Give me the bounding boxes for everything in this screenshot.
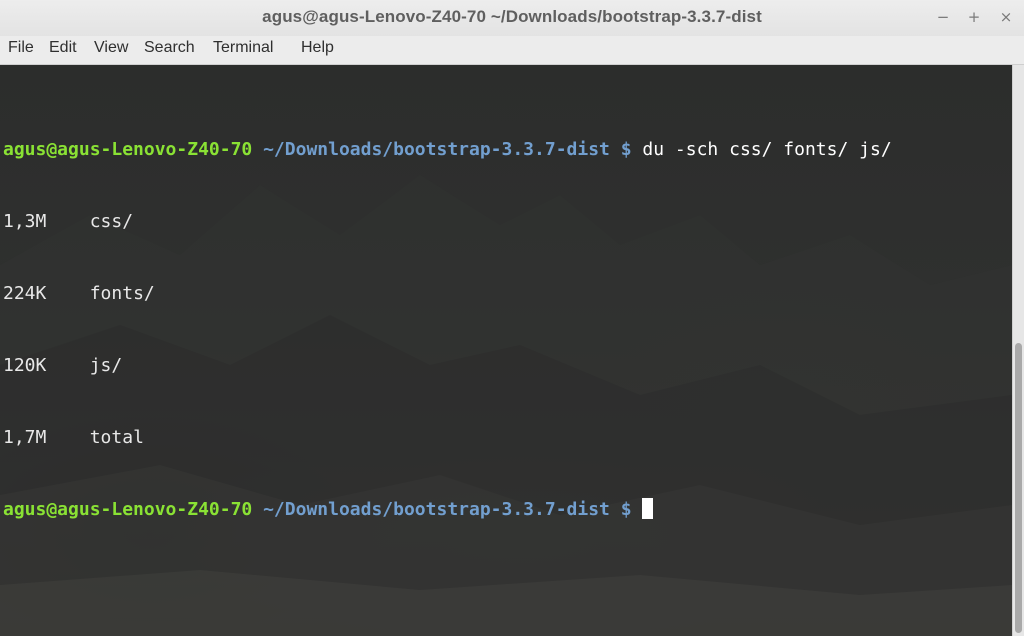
close-button[interactable]: × [995, 6, 1017, 28]
output-name: css/ [89, 211, 134, 232]
terminal-window: agus@agus-Lenovo-Z40-70 ~/Downloads/boot… [0, 0, 1024, 636]
output-size: 224K [3, 283, 47, 304]
output-line: 1,3M css/ [3, 210, 892, 234]
text-cursor [642, 498, 654, 519]
output-line: 224K fonts/ [3, 282, 892, 306]
prompt-user-host: agus@agus-Lenovo-Z40-70 [3, 499, 253, 520]
prompt-user-host: agus@agus-Lenovo-Z40-70 [3, 139, 253, 160]
output-line: 1,7M total [3, 426, 892, 450]
terminal-output-area[interactable]: agus@agus-Lenovo-Z40-70 ~/Downloads/boot… [0, 65, 1012, 636]
output-name: total [89, 427, 144, 448]
menu-terminal[interactable]: Terminal [212, 39, 274, 57]
output-size: 1,7M [3, 427, 47, 448]
terminal-lines: agus@agus-Lenovo-Z40-70 ~/Downloads/boot… [3, 90, 892, 570]
output-name: js/ [89, 355, 123, 376]
menu-view[interactable]: View [93, 39, 129, 57]
title-bar[interactable]: agus@agus-Lenovo-Z40-70 ~/Downloads/boot… [0, 0, 1024, 37]
output-line: 120K js/ [3, 354, 892, 378]
maximize-button[interactable]: + [963, 6, 985, 28]
prompt-symbol: $ [620, 499, 632, 520]
menu-bar: File Edit View Search Terminal Help [0, 36, 1024, 65]
prompt-symbol: $ [620, 139, 632, 160]
command-line: agus@agus-Lenovo-Z40-70 ~/Downloads/boot… [3, 138, 892, 162]
output-size: 1,3M [3, 211, 47, 232]
current-prompt-line: agus@agus-Lenovo-Z40-70 ~/Downloads/boot… [3, 498, 892, 522]
menu-edit[interactable]: Edit [48, 39, 78, 57]
menu-file[interactable]: File [7, 39, 35, 57]
prompt-path: ~/Downloads/bootstrap-3.3.7-dist [263, 139, 610, 160]
minimize-button[interactable]: − [932, 6, 954, 28]
menu-help[interactable]: Help [300, 39, 335, 57]
command-text: du -sch css/ fonts/ js/ [642, 139, 892, 160]
scrollbar-thumb[interactable] [1015, 343, 1022, 633]
output-name: fonts/ [89, 283, 155, 304]
prompt-path: ~/Downloads/bootstrap-3.3.7-dist [263, 499, 610, 520]
output-size: 120K [3, 355, 47, 376]
menu-search[interactable]: Search [143, 39, 196, 57]
vertical-scrollbar[interactable] [1012, 65, 1024, 636]
window-title: agus@agus-Lenovo-Z40-70 ~/Downloads/boot… [262, 7, 762, 26]
